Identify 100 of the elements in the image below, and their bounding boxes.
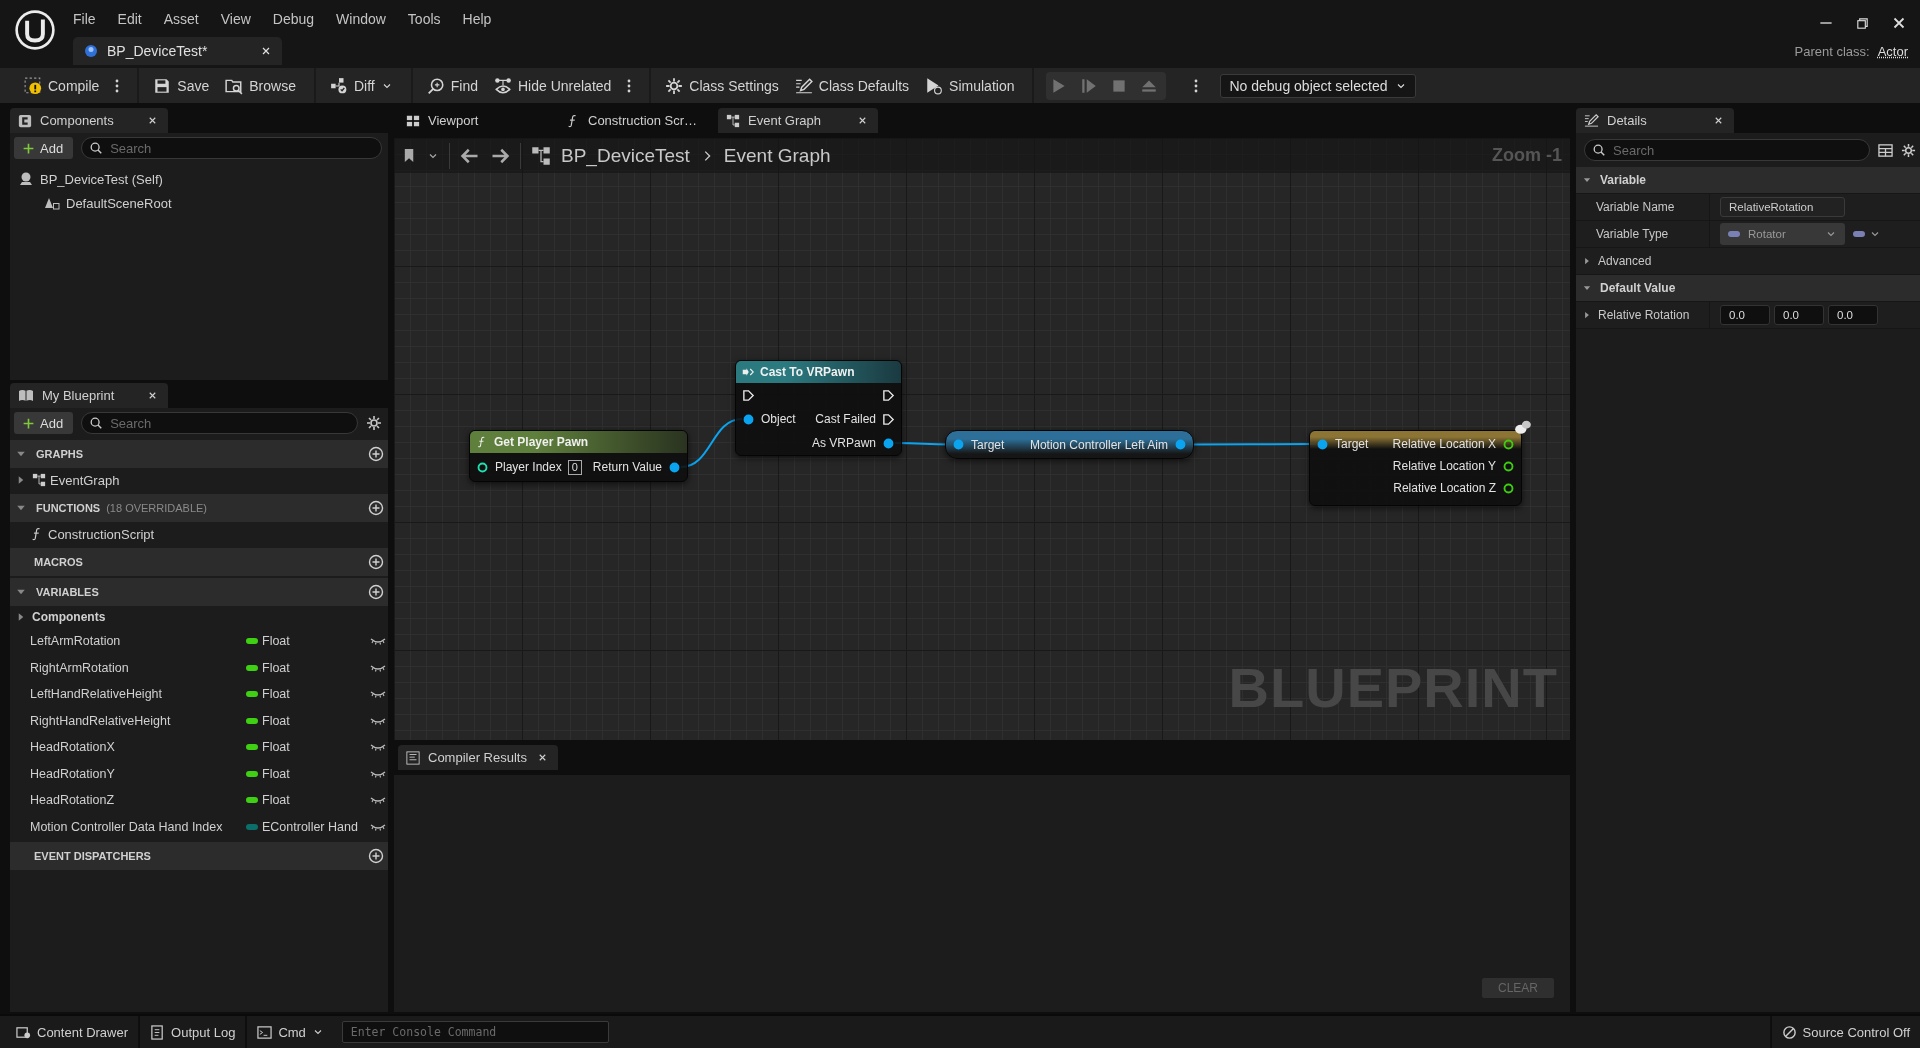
category-header[interactable]: FUNCTIONS (18 OVERRIDABLE) <box>10 494 388 522</box>
variable-name[interactable]: LeftArmRotation <box>30 634 246 649</box>
source-control-button[interactable]: Source Control Off <box>1771 1016 1920 1048</box>
add-circle-icon[interactable] <box>368 584 384 600</box>
breadcrumb-link[interactable]: BP_DeviceTest <box>561 144 690 167</box>
pencil-lines-icon <box>794 76 813 95</box>
close-icon[interactable] <box>1713 115 1724 126</box>
property-group[interactable]: Advanced <box>1598 254 1652 268</box>
data-pin[interactable] <box>742 412 755 426</box>
variable-name[interactable]: LeftHandRelativeHeight <box>30 687 246 702</box>
find-button[interactable]: Find <box>420 71 484 100</box>
console-input[interactable]: Enter Console Command <box>341 1021 609 1043</box>
input-field[interactable]: RelativeRotation <box>1720 197 1845 217</box>
debug-object-dropdown[interactable]: No debug object selected <box>1220 73 1417 98</box>
data-pin[interactable] <box>476 460 489 474</box>
add-circle-icon[interactable] <box>368 500 384 516</box>
add-circle-icon[interactable] <box>368 848 384 864</box>
category-header[interactable]: MACROS <box>10 548 388 576</box>
panel-tab[interactable]: Compiler Results <box>398 745 558 770</box>
data-pin[interactable] <box>1174 438 1187 451</box>
category-header[interactable]: Variable <box>1576 167 1920 194</box>
editor-tab[interactable]: Viewport <box>398 108 558 133</box>
variable-name[interactable]: HeadRotationY <box>30 766 246 781</box>
comment-bubble-icon[interactable] <box>1514 418 1532 436</box>
category-header[interactable]: GRAPHS <box>10 440 388 468</box>
simulation-button[interactable]: Simulation <box>919 71 1021 100</box>
graph-node[interactable]: Target Motion Controller Left Aim <box>945 430 1194 459</box>
content-drawer-button[interactable]: Content Drawer <box>6 1016 141 1048</box>
category-header[interactable]: Default Value <box>1576 275 1920 302</box>
category-header[interactable]: EVENT DISPATCHERS <box>10 842 388 870</box>
graph-node[interactable]: Cast To VRPawn Object Cast Failed As VRPawn <box>735 360 902 456</box>
graph-node[interactable]: Target Relative Location X Relative Location Y Relative Location Z <box>1309 430 1522 506</box>
editor-tab[interactable]: Construction Scr… <box>558 108 718 133</box>
menu-item[interactable]: Help <box>451 10 503 27</box>
graph-node[interactable]: Get Player Pawn Player Index 0 Return Value <box>469 430 688 482</box>
close-icon[interactable] <box>260 45 272 57</box>
data-pin[interactable] <box>668 460 681 474</box>
tree-item[interactable]: BP_DeviceTest (Self) <box>10 167 388 191</box>
menu-item[interactable]: Debug <box>261 10 326 27</box>
panel-tab[interactable]: Components <box>10 108 168 133</box>
add-button[interactable]: Add <box>14 412 74 434</box>
variable-name[interactable]: Motion Controller Data Hand Index <box>30 819 246 834</box>
hide-unrelated-button[interactable]: Hide Unrelated <box>487 71 618 100</box>
restore-icon[interactable] <box>1855 15 1870 31</box>
menu-item[interactable]: Window <box>325 10 397 27</box>
number-field[interactable]: 0.0 <box>1720 305 1770 325</box>
data-pin[interactable] <box>952 438 965 451</box>
settings-icon[interactable] <box>1901 142 1916 158</box>
tree-item[interactable]: DefaultSceneRoot <box>10 191 388 215</box>
variable-name[interactable]: HeadRotationZ <box>30 793 246 808</box>
browse-button[interactable]: Browse <box>219 71 302 100</box>
data-pin[interactable] <box>1502 459 1515 473</box>
console-type-dropdown[interactable]: Cmd <box>247 1016 334 1048</box>
compile-button[interactable]: Compile <box>18 71 106 100</box>
menu-item[interactable]: Tools <box>396 10 452 27</box>
menu-item[interactable]: File <box>62 10 107 27</box>
variable-name[interactable]: HeadRotationX <box>30 740 246 755</box>
variable-name[interactable]: RightArmRotation <box>30 660 246 675</box>
search-field[interactable]: Search <box>81 412 358 434</box>
value-field[interactable]: 0 <box>567 459 582 475</box>
class-settings-button[interactable]: Class Settings <box>659 71 785 100</box>
category-header[interactable]: VARIABLES <box>10 578 388 606</box>
close-icon[interactable] <box>147 115 158 126</box>
exec-pin[interactable] <box>882 388 895 402</box>
exec-pin[interactable] <box>742 388 755 402</box>
class-defaults-button[interactable]: Class Defaults <box>788 71 916 100</box>
variable-name[interactable]: RightHandRelativeHeight <box>30 713 246 728</box>
diff-button[interactable]: Diff <box>323 71 399 100</box>
function-item[interactable]: ConstructionScript <box>48 526 155 542</box>
number-field[interactable]: 0.0 <box>1828 305 1878 325</box>
number-field[interactable]: 0.0 <box>1774 305 1824 325</box>
close-icon[interactable] <box>537 752 548 763</box>
close-icon[interactable] <box>147 390 158 401</box>
panel-tab[interactable]: My Blueprint <box>10 383 168 408</box>
data-pin[interactable] <box>1316 437 1329 451</box>
add-circle-icon[interactable] <box>368 446 384 462</box>
type-dropdown[interactable]: Rotator <box>1720 223 1845 245</box>
exec-pin[interactable] <box>882 412 895 426</box>
search-field[interactable]: Search <box>1584 139 1870 161</box>
output-log-button[interactable]: Output Log <box>140 1016 248 1048</box>
document-tab[interactable]: BP_DeviceTest* <box>73 37 282 65</box>
editor-tab[interactable]: Event Graph <box>718 108 878 133</box>
container-type-pill[interactable] <box>1853 231 1865 237</box>
search-field[interactable]: Search <box>81 137 382 159</box>
graph-item[interactable]: EventGraph <box>50 472 120 488</box>
parent-class-link[interactable]: Actor <box>1877 44 1908 59</box>
menu-item[interactable]: View <box>209 10 262 27</box>
panel-tab[interactable]: Details <box>1576 108 1734 133</box>
variable-category[interactable]: Components <box>32 610 106 624</box>
close-icon[interactable] <box>857 115 868 126</box>
menu-item[interactable]: Asset <box>152 10 210 27</box>
data-pin[interactable] <box>1502 481 1515 495</box>
data-pin[interactable] <box>1502 437 1515 451</box>
data-pin[interactable] <box>882 436 895 450</box>
save-button[interactable]: Save <box>147 71 216 100</box>
menu-item[interactable]: Edit <box>106 10 153 27</box>
add-button[interactable]: Add <box>14 137 74 159</box>
settings-icon[interactable] <box>366 415 382 431</box>
table-icon[interactable] <box>1878 142 1893 158</box>
add-circle-icon[interactable] <box>368 554 384 570</box>
